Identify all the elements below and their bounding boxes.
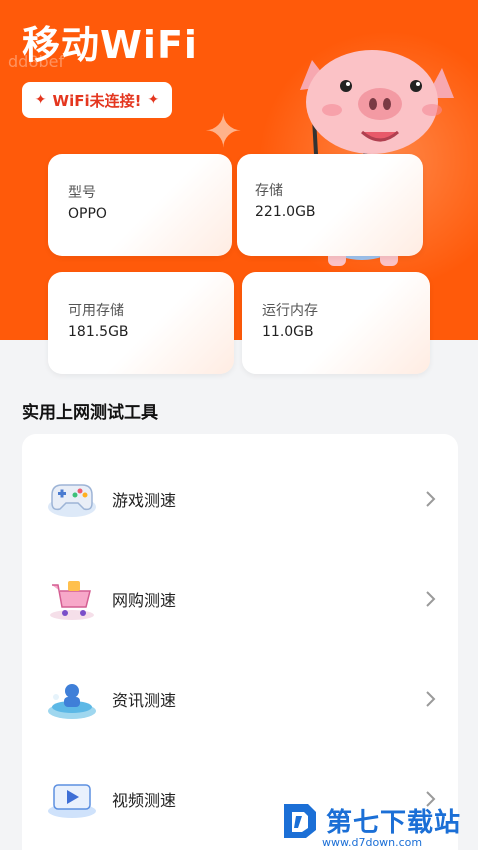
tool-item-news-speed[interactable]: 资讯测速: [22, 654, 458, 744]
device-model-card: 型号 OPPO: [48, 154, 232, 256]
sparkle-icon: ✦: [34, 92, 47, 108]
wifi-status-badge[interactable]: ✦ WiFi未连接! ✦: [22, 82, 172, 118]
site-watermark: 第七下载站: [280, 800, 461, 840]
decor-sparkle-icon: ✦: [204, 104, 243, 158]
video-play-icon: [48, 784, 96, 818]
ram-value: 11.0GB: [262, 324, 314, 340]
ram-label: 运行内存: [262, 303, 318, 319]
tool-label: 资讯测速: [112, 691, 177, 710]
ram-card: 运行内存 11.0GB: [242, 272, 430, 374]
storage-value: 221.0GB: [255, 204, 316, 220]
tools-list: 游戏测速 网购测速 资讯测速 视频测速: [22, 434, 458, 850]
chevron-right-icon: [426, 591, 436, 607]
tool-label: 网购测速: [112, 591, 177, 610]
tool-label: 视频测速: [112, 791, 177, 810]
storage-card: 存储 221.0GB: [237, 154, 423, 256]
watermark-brand-name: 第七下载站: [326, 807, 462, 838]
d7-logo-icon: [284, 804, 316, 838]
tool-item-shopping-speed[interactable]: 网购测速: [22, 554, 458, 644]
gamepad-icon: [48, 484, 96, 517]
sparkle-icon: ✦: [147, 92, 160, 108]
watermark-url: www.d7down.com: [322, 836, 423, 849]
tool-label: 游戏测速: [112, 491, 177, 510]
device-model-label: 型号: [68, 185, 96, 201]
tools-section-title: 实用上网测试工具: [22, 403, 158, 423]
chevron-right-icon: [426, 491, 436, 507]
shopping-cart-icon: [50, 581, 94, 620]
news-icon: [48, 684, 96, 719]
available-storage-label: 可用存储: [68, 303, 124, 319]
tool-item-game-speed[interactable]: 游戏测速: [22, 454, 458, 544]
storage-label: 存储: [255, 183, 283, 199]
chevron-right-icon: [426, 691, 436, 707]
available-storage-value: 181.5GB: [68, 324, 129, 340]
wifi-status-label: WiFi未连接!: [52, 91, 142, 110]
device-model-value: OPPO: [68, 206, 107, 222]
watermark-text: dd8bef: [8, 52, 65, 71]
available-storage-card: 可用存储 181.5GB: [48, 272, 234, 374]
